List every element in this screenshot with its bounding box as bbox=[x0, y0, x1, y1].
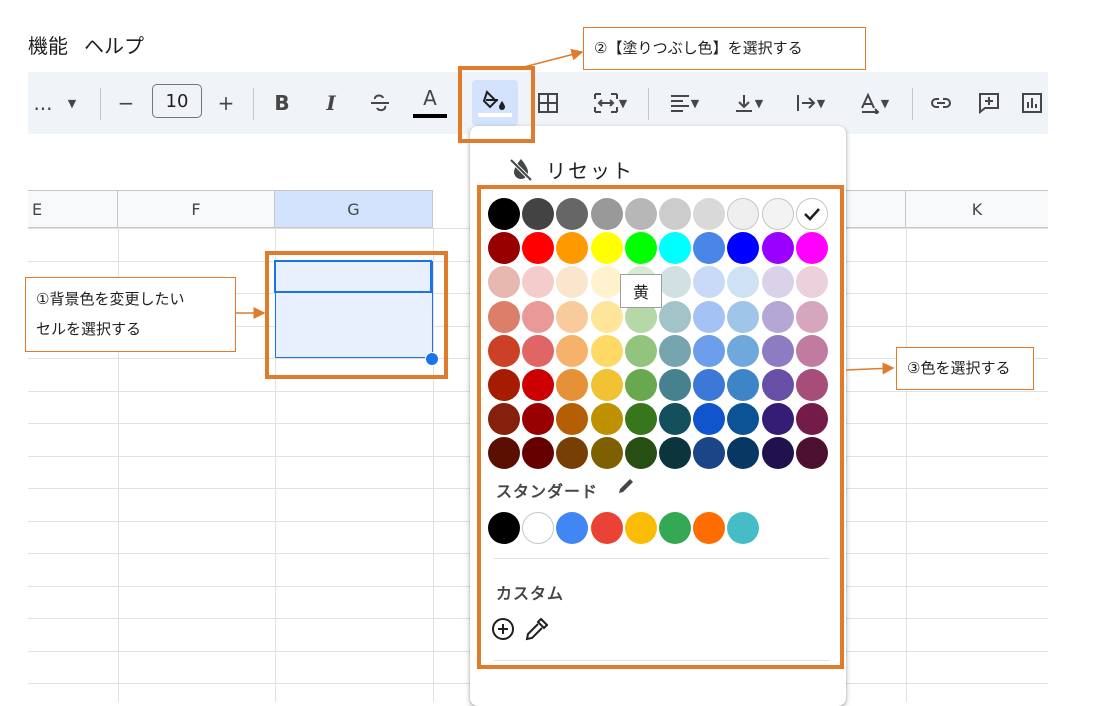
annotation-step2: ②【塗りつぶし色】を選択する bbox=[583, 27, 866, 70]
annotation-step1: ①背景色を変更したい セルを選択する bbox=[25, 277, 236, 352]
annotation-step1-line2: セルを選択する bbox=[36, 320, 142, 338]
annotation-step3: ③色を選択する bbox=[896, 347, 1034, 390]
annotation-step1-line1: ①背景色を変更したい bbox=[36, 290, 185, 308]
